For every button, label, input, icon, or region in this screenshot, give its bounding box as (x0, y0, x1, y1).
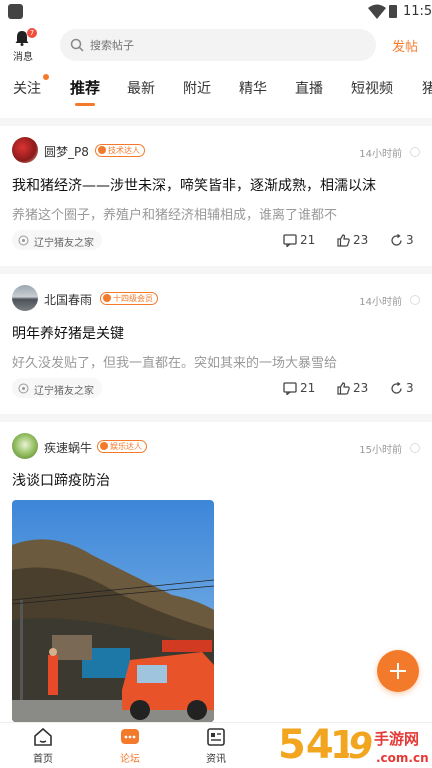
messages-badge: 7 (27, 28, 37, 38)
status-bar: 11:56 (0, 0, 432, 24)
svg-text:54: 54 (278, 722, 334, 768)
post-card[interactable]: 北国春雨 十四级会员 14小时前 明年养好猪是关键 好久没发贴了，但我一直都在。… (0, 274, 432, 414)
tab-follow[interactable]: 关注 (13, 78, 41, 98)
like-count[interactable]: 23 (337, 381, 368, 395)
avatar[interactable] (12, 285, 38, 311)
more-icon[interactable] (410, 443, 420, 453)
site-watermark-logo: 54 1 9 手游网 .com.cn (277, 721, 430, 768)
svg-text:手游网: 手游网 (374, 730, 419, 748)
tab-short-video[interactable]: 短视频 (351, 78, 393, 98)
clock: 11:56 (403, 4, 432, 19)
category-tabs: 关注 推荐 最新 附近 精华 直播 短视频 猪 (0, 70, 432, 108)
divider (0, 414, 432, 422)
divider (0, 118, 432, 126)
avatar[interactable] (12, 433, 38, 459)
comment-icon (283, 382, 297, 396)
author-name[interactable]: 圆梦_P8 (44, 143, 89, 160)
comment-icon (283, 234, 297, 248)
tab-featured[interactable]: 精华 (239, 78, 267, 98)
group-name: 辽宁猪友之家 (34, 386, 94, 397)
thumbs-up-icon (337, 234, 350, 247)
share-count[interactable]: 3 (390, 233, 414, 247)
messages-button[interactable]: 7 消息 (9, 28, 37, 64)
notification-icon (8, 4, 23, 19)
avatar[interactable] (12, 137, 38, 163)
wifi-icon (368, 4, 386, 19)
group-icon (18, 235, 29, 246)
news-icon (207, 728, 225, 746)
post-title[interactable]: 我和猪经济——涉世未深，啼笑皆非，逐渐成熟，相濡以沫 (12, 175, 376, 195)
tab-nearby[interactable]: 附近 (183, 78, 211, 98)
group-chip[interactable]: 辽宁猪友之家 (12, 378, 102, 398)
comment-count[interactable]: 21 (283, 233, 315, 248)
search-bar[interactable] (60, 29, 376, 61)
more-icon[interactable] (410, 147, 420, 157)
post-time: 15小时前 (359, 445, 402, 456)
user-tag: 技术达人 (95, 144, 145, 157)
nav-home-label: 首页 (33, 754, 53, 765)
top-header: 7 消息 发帖 (0, 24, 432, 68)
post-time: 14小时前 (359, 149, 402, 160)
group-name: 辽宁猪友之家 (34, 238, 94, 249)
divider (0, 266, 432, 274)
like-count[interactable]: 23 (337, 233, 368, 247)
share-count[interactable]: 3 (390, 381, 414, 395)
tab-recommended[interactable]: 推荐 (70, 77, 100, 98)
post-image[interactable] (12, 500, 214, 722)
active-tab-indicator (75, 103, 95, 106)
post-card[interactable]: 圆梦_P8 技术达人 14小时前 我和猪经济——涉世未深，啼笑皆非，逐渐成熟，相… (0, 126, 432, 266)
user-tag: 十四级会员 (100, 292, 158, 305)
post-button[interactable]: 发帖 (392, 36, 418, 55)
nav-forum[interactable]: 论坛 (100, 727, 160, 765)
tab-follow-unread-dot (43, 74, 49, 80)
battery-icon (389, 5, 397, 18)
tab-latest[interactable]: 最新 (127, 78, 155, 98)
group-chip[interactable]: 辽宁猪友之家 (12, 230, 102, 250)
tab-live[interactable]: 直播 (295, 78, 323, 98)
nav-home[interactable]: 首页 (13, 727, 73, 765)
user-tag: 娱乐达人 (97, 440, 147, 453)
tab-pig[interactable]: 猪 (422, 78, 432, 98)
forum-icon (121, 729, 139, 744)
share-icon (391, 381, 402, 394)
group-icon (18, 383, 29, 394)
post-title[interactable]: 浅谈口蹄疫防治 (12, 470, 110, 490)
messages-label: 消息 (13, 52, 33, 63)
create-post-fab[interactable] (377, 650, 419, 692)
nav-news[interactable]: 资讯 (186, 727, 246, 765)
author-name[interactable]: 北国春雨 (44, 291, 92, 308)
svg-text:9: 9 (348, 726, 373, 767)
post-time: 14小时前 (359, 297, 402, 308)
thumbs-up-icon (337, 382, 350, 395)
search-input[interactable] (90, 36, 360, 54)
nav-forum-label: 论坛 (120, 754, 140, 765)
post-excerpt[interactable]: 养猪这个圈子，养殖户和猪经济相辅相成，谁离了谁都不 (12, 204, 337, 223)
post-title[interactable]: 明年养好猪是关键 (12, 323, 124, 343)
comment-count[interactable]: 21 (283, 381, 315, 396)
nav-news-label: 资讯 (206, 754, 226, 765)
search-icon (70, 38, 84, 52)
share-icon (391, 233, 402, 246)
author-name[interactable]: 疾速蜗牛 (44, 439, 92, 456)
svg-text:.com.cn: .com.cn (376, 751, 429, 765)
home-icon (34, 727, 52, 746)
post-excerpt[interactable]: 好久没发贴了，但我一直都在。突如其来的一场大暴雪给 (12, 352, 337, 371)
more-icon[interactable] (410, 295, 420, 305)
